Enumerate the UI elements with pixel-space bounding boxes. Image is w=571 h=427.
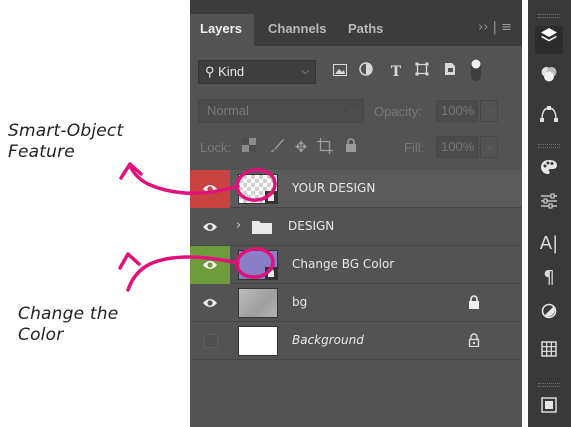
- opacity-dropdown-icon[interactable]: ⌵: [480, 100, 498, 122]
- opacity-label: Opacity:: [374, 104, 422, 119]
- visibility-toggle[interactable]: [190, 284, 230, 322]
- layers-icon[interactable]: [535, 26, 563, 54]
- lock-image-pixels-icon[interactable]: [268, 138, 286, 158]
- fill-dropdown-icon[interactable]: ⌵: [480, 136, 498, 158]
- smart-object-annotation: Smart-Object Feature: [8, 121, 168, 163]
- tab-paths[interactable]: Paths: [338, 14, 398, 46]
- fill-label: Fill:: [404, 140, 425, 155]
- lock-row: Lock: ✥ Fill: 100% ⌵: [190, 132, 522, 162]
- smart-object-annotation-line2: Feature: [8, 142, 75, 162]
- layers-panel: Layers Channels Paths ›› | ≡ ⚲ Kind ⌵ T …: [190, 0, 522, 427]
- arrowhead-smart-object: [119, 162, 143, 180]
- visibility-toggle[interactable]: [190, 208, 230, 246]
- eye-icon: [203, 261, 217, 269]
- channels-icon[interactable]: [535, 64, 563, 92]
- lock-icon: [469, 295, 479, 309]
- layer-row-background[interactable]: Background: [190, 322, 522, 360]
- paragraph-icon[interactable]: ¶: [535, 264, 563, 292]
- lock-label: Lock:: [200, 140, 232, 155]
- smart-object-annotation-line1: Smart-Object: [8, 121, 124, 141]
- dock-grip[interactable]: [538, 144, 560, 148]
- change-color-annotation-line2: Color: [18, 325, 64, 345]
- type-filter-icon[interactable]: T: [386, 62, 406, 82]
- visibility-toggle[interactable]: [190, 170, 230, 208]
- shape-filter-icon[interactable]: [412, 62, 432, 82]
- blend-mode-value: Normal: [207, 103, 249, 118]
- eye-icon: [203, 299, 217, 307]
- filter-kind-select[interactable]: ⚲ Kind ⌵: [198, 60, 316, 84]
- blend-row: Normal ⌵ Opacity: 100% ⌵: [190, 96, 522, 126]
- layer-row-your-design[interactable]: YOUR DESIGN: [190, 170, 522, 208]
- chevron-right-icon[interactable]: ›: [236, 218, 241, 233]
- panel-tab-bar: Layers Channels Paths ›› | ≡: [190, 0, 522, 46]
- layer-name: DESIGN: [288, 219, 335, 233]
- layer-thumbnail: [238, 326, 278, 356]
- panel-dock-toolbar: A| ¶: [528, 0, 571, 427]
- adjustments-icon[interactable]: [535, 190, 563, 218]
- pixel-filter-icon[interactable]: [330, 62, 350, 82]
- shapes-icon[interactable]: [535, 300, 563, 328]
- lock-transparent-pixels-icon[interactable]: [240, 138, 258, 156]
- tab-channels[interactable]: Channels: [258, 14, 338, 46]
- layer-name: Background: [292, 333, 364, 347]
- blend-mode-select[interactable]: Normal ⌵: [198, 99, 364, 123]
- filter-toggle-icon[interactable]: [466, 58, 486, 81]
- folder-icon: [252, 221, 272, 234]
- character-icon[interactable]: A|: [535, 230, 563, 258]
- change-color-annotation: Change the Color: [18, 304, 178, 346]
- layer-name: bg: [292, 295, 308, 309]
- grid-icon[interactable]: [535, 338, 563, 366]
- layer-row-change-bg-color[interactable]: Change BG Color: [190, 246, 522, 284]
- smart-object-badge-icon: [265, 267, 277, 279]
- fill-field[interactable]: 100%: [436, 136, 478, 158]
- paths-icon[interactable]: [535, 104, 563, 132]
- visibility-toggle[interactable]: [190, 246, 230, 284]
- layer-row-design[interactable]: › DESIGN: [190, 208, 522, 246]
- layer-thumbnail: [238, 174, 278, 204]
- layer-filter-bar: ⚲ Kind ⌵ T: [190, 56, 522, 86]
- eye-icon: [203, 223, 217, 231]
- opacity-field[interactable]: 100%: [436, 100, 478, 122]
- change-color-annotation-line1: Change the: [18, 304, 119, 324]
- filter-kind-label: Kind: [218, 64, 245, 79]
- visibility-toggle[interactable]: [190, 322, 230, 360]
- lock-all-icon[interactable]: [342, 138, 360, 156]
- layer-name: Change BG Color: [292, 257, 395, 271]
- chevron-down-icon: ⌵: [301, 66, 309, 77]
- layer-name: YOUR DESIGN: [292, 181, 376, 195]
- smart-object-badge-icon: [265, 191, 277, 203]
- smart-object-filter-icon[interactable]: [440, 62, 460, 82]
- layer-thumbnail: [238, 250, 278, 280]
- color-palette-icon[interactable]: [535, 156, 563, 184]
- tab-layers[interactable]: Layers: [190, 14, 254, 46]
- lock-icon: [468, 333, 480, 347]
- lock-position-icon[interactable]: ✥: [292, 138, 310, 156]
- dock-grip[interactable]: [538, 383, 560, 387]
- panel-menu-icon[interactable]: ›› | ≡: [478, 20, 512, 35]
- eye-icon: [203, 185, 217, 193]
- artboard-icon[interactable]: [535, 395, 563, 423]
- adjustment-filter-icon[interactable]: [356, 62, 376, 82]
- dock-grip[interactable]: [538, 14, 560, 18]
- search-icon: ⚲: [205, 64, 219, 79]
- chevron-down-icon: ⌵: [349, 105, 357, 116]
- layer-thumbnail: [238, 288, 278, 318]
- layer-row-bg[interactable]: bg: [190, 284, 522, 322]
- lock-artboard-icon[interactable]: [316, 138, 334, 158]
- arrowhead-change-color: [118, 252, 141, 270]
- hidden-eye-slot: [204, 334, 218, 348]
